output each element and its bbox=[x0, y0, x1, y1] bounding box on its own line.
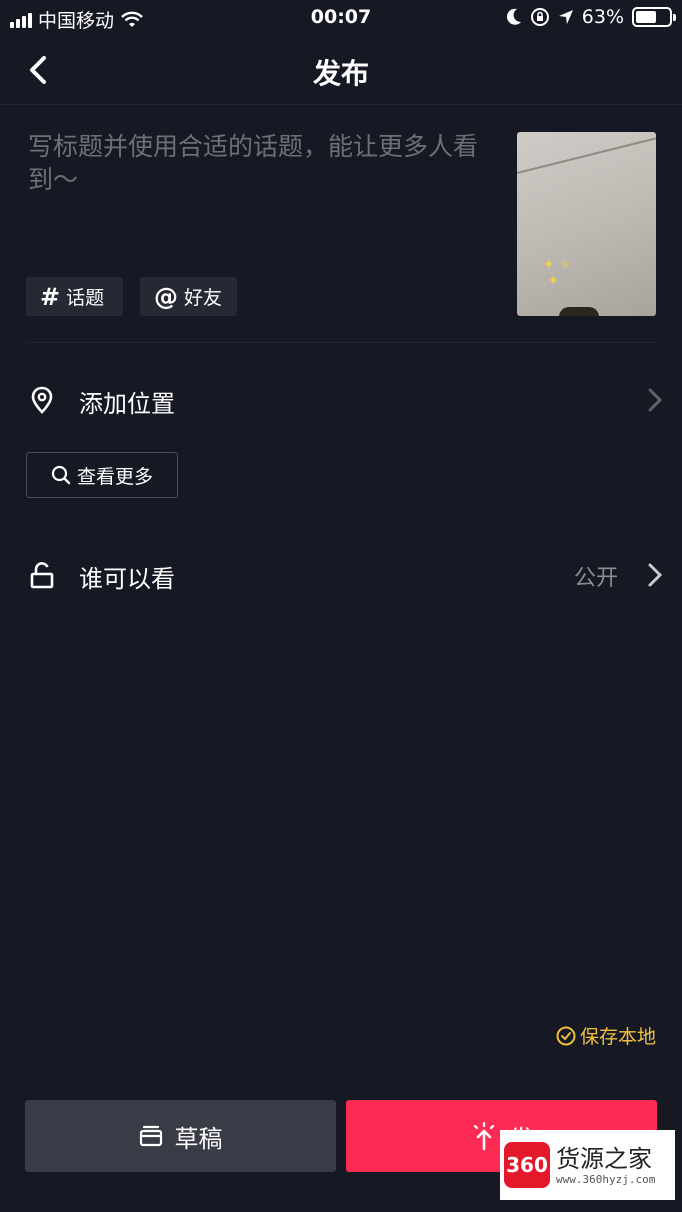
drafts-box-icon bbox=[139, 1125, 162, 1147]
rotation-lock-icon bbox=[530, 8, 549, 26]
who-can-see-label: 谁可以看 bbox=[79, 565, 175, 593]
see-more-locations-button[interactable]: 查看更多 bbox=[26, 452, 178, 498]
save-local-toggle[interactable]: 保存本地 bbox=[556, 1022, 656, 1049]
see-more-label: 查看更多 bbox=[76, 465, 153, 488]
draft-label: 草稿 bbox=[174, 1124, 223, 1153]
who-can-see-row[interactable]: 谁可以看 公开 bbox=[0, 545, 682, 605]
hashtag-icon: # bbox=[40, 282, 61, 311]
upload-icon bbox=[473, 1121, 494, 1151]
friend-chip-label: 好友 bbox=[184, 287, 223, 309]
chevron-right-icon bbox=[648, 563, 663, 587]
location-arrow-icon bbox=[558, 10, 573, 24]
watermark-title: 货源之家 bbox=[556, 1144, 652, 1173]
status-right: 63% bbox=[506, 6, 676, 28]
check-circle-icon bbox=[556, 1026, 576, 1045]
at-icon: @ bbox=[154, 282, 178, 311]
battery-icon bbox=[632, 7, 676, 27]
add-location-row[interactable]: 添加位置 bbox=[0, 370, 682, 430]
mention-friend-chip[interactable]: @ 好友 bbox=[140, 277, 237, 316]
search-icon bbox=[51, 465, 71, 485]
watermark-url: www.360hyzj.com bbox=[556, 1172, 656, 1186]
moon-icon bbox=[506, 8, 521, 25]
add-location-label: 添加位置 bbox=[79, 390, 175, 418]
sticker-decoration: ✦ ✧ ✦ bbox=[543, 257, 571, 289]
location-pin-icon bbox=[31, 386, 53, 414]
unlock-icon bbox=[30, 562, 54, 589]
caption-input[interactable]: 写标题并使用合适的话题，能让更多人看到～ bbox=[28, 130, 498, 196]
battery-percent: 63% bbox=[581, 6, 624, 28]
video-cover-thumbnail[interactable]: ✦ ✧ ✦ bbox=[517, 132, 656, 316]
section-divider bbox=[26, 342, 656, 343]
status-bar: 中国移动 00:07 63% bbox=[0, 0, 682, 36]
topic-chip-label: 话题 bbox=[66, 287, 105, 309]
save-local-label: 保存本地 bbox=[579, 1026, 656, 1048]
privacy-value: 公开 bbox=[573, 566, 618, 591]
watermark-logo: 360 bbox=[504, 1142, 550, 1188]
page-title: 发布 bbox=[312, 57, 369, 90]
nav-divider bbox=[0, 104, 682, 105]
draft-button[interactable]: 草稿 bbox=[25, 1100, 336, 1172]
topic-chip[interactable]: # 话题 bbox=[26, 277, 123, 316]
chevron-right-icon bbox=[648, 388, 663, 412]
site-watermark: 360 货源之家 www.360hyzj.com bbox=[500, 1130, 675, 1200]
nav-bar: 发布 bbox=[0, 36, 682, 104]
